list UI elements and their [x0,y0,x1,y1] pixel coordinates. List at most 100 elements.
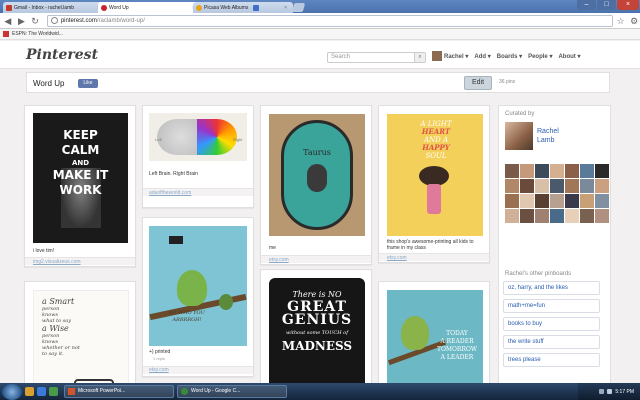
pin-image[interactable]: BE WHO YOU ARRRRGH! [149,226,247,346]
follower-avatar[interactable] [580,164,594,178]
pin-image[interactable]: KEEP CALM AND MAKE IT WORK [33,113,128,243]
close-icon[interactable]: × [284,5,287,11]
follower-avatar[interactable] [520,164,534,178]
clock[interactable]: 5:17 PM [615,389,634,395]
globe-icon [50,17,58,24]
pin-image[interactable]: A LIGHT HEART AND A HAPPY SOUL [387,114,483,236]
forward-arrow-icon[interactable]: ▶ [16,15,28,27]
follower-avatar[interactable] [595,179,609,193]
taskbar-item-powerpoint[interactable]: Microsoft PowerPoi... [64,385,174,398]
pin-card[interactable]: KEEP CALM AND MAKE IT WORK i love tim! i… [24,105,136,267]
pinterest-logo[interactable]: Pinterest [26,47,98,63]
pin-card[interactable]: BE WHO YOU ARRRRGH! +) printed 1 repin e… [142,217,254,377]
nav-people[interactable]: People ▾ [528,53,552,60]
bookmark-star-icon[interactable]: ☆ [615,15,627,27]
board-sidebar: Curated by Rachel Lamb Rachel's other pi… [498,105,611,400]
pinboard-link[interactable]: books to buy [503,317,600,331]
explorer-icon[interactable] [25,387,34,396]
pin-source-link[interactable]: etsy.com [387,255,407,261]
volume-icon[interactable] [607,389,613,394]
pin-caption: +) printed [149,349,171,355]
pin-image[interactable]: There is NO GREAT GENIUS without some TO… [269,278,365,400]
follower-avatar[interactable] [580,194,594,208]
follower-avatar[interactable] [535,164,549,178]
follower-avatar[interactable] [580,179,594,193]
espn-icon [3,31,9,37]
follower-avatar[interactable] [565,164,579,178]
nav-add[interactable]: Add ▾ [474,53,490,60]
follower-avatar[interactable] [535,179,549,193]
follower-avatar[interactable] [565,179,579,193]
pin-card[interactable]: There is NO GREAT GENIUS without some TO… [260,269,372,400]
follower-avatar[interactable] [595,194,609,208]
follower-avatar[interactable] [550,194,564,208]
pinboard-link[interactable]: math+me=fun [503,299,600,313]
bookmark-espn[interactable]: ESPN: The Worldwid... [12,31,63,37]
search-input[interactable]: Search ⌕ [327,52,426,63]
follower-avatar[interactable] [535,194,549,208]
new-tab-button[interactable] [291,3,306,12]
pin-image[interactable]: Left Right [149,113,247,161]
follower-avatar[interactable] [565,209,579,223]
pin-source-link[interactable]: etsy.com [269,257,289,263]
follower-avatar[interactable] [535,209,549,223]
follower-avatar[interactable] [505,194,519,208]
pinboard-link[interactable]: oz, harry, and the likes [503,281,600,295]
art-line: TODAY [446,330,468,337]
wrench-icon[interactable]: ⚙ [628,15,640,27]
follower-avatar[interactable] [595,164,609,178]
follower-avatar[interactable] [505,179,519,193]
art-line: MADNESS [281,339,353,353]
search-placeholder: Search [331,54,351,60]
reload-icon[interactable]: ↻ [29,15,41,27]
follower-avatar[interactable] [550,209,564,223]
pin-image[interactable]: Taurus [269,114,365,236]
facebook-like-button[interactable]: Like [78,79,98,88]
curator-avatar[interactable] [505,122,533,150]
minimize-button[interactable]: – [577,0,596,10]
pin-source-link[interactable]: adaoftheworld.com [149,190,191,196]
pin-card[interactable]: Taurus me etsy.com [260,105,372,265]
nav-boards[interactable]: Boards ▾ [497,53,522,60]
maximize-button[interactable]: □ [597,0,616,10]
nav-rachel[interactable]: Rachel ▾ [444,53,468,60]
edit-button[interactable]: Edit [464,76,492,90]
follower-avatar[interactable] [505,209,519,223]
window-close-button[interactable]: × [617,0,639,10]
nav-about[interactable]: About ▾ [558,53,580,60]
pin-source-link[interactable]: etsy.com [149,367,169,373]
back-arrow-icon[interactable]: ◀ [2,15,14,27]
tab-word-up[interactable]: Word Up × [98,2,198,13]
tab-gmail[interactable]: Gmail - Inbox - rachel.lamb × [3,2,103,13]
search-icon[interactable]: ⌕ [414,53,425,62]
follower-avatar[interactable] [520,194,534,208]
follower-avatar[interactable] [565,194,579,208]
browser-icon[interactable] [37,387,46,396]
curator-name-link[interactable]: Rachel Lamb [537,127,577,145]
follower-avatar[interactable] [550,179,564,193]
art-line: AND [71,159,90,167]
pinterest-icon [101,4,107,11]
tab-untitled[interactable]: × [250,2,290,13]
pinboard-link[interactable]: the write stuff [503,335,600,349]
pin-card[interactable]: Left Right Left Brain. Right Brain adaof… [142,105,254,208]
follower-avatar[interactable] [580,209,594,223]
media-icon[interactable] [49,387,58,396]
taskbar-item-chrome[interactable]: Word Up - Google C... [177,385,287,398]
start-button[interactable] [2,383,22,400]
follower-avatar[interactable] [550,164,564,178]
pin-source-link[interactable]: img2.visualizeus.com [33,259,81,265]
network-icon[interactable] [599,389,605,394]
follower-avatar[interactable] [520,179,534,193]
pinboard-link[interactable]: trees please [503,353,600,367]
address-bar[interactable]: pinterest.com/raclamb/word-up/ [46,14,613,27]
art-line: TOMORROW [436,346,478,353]
pin-caption: me [269,245,276,251]
avatar[interactable] [432,51,442,61]
follower-avatar[interactable] [520,209,534,223]
follower-avatar[interactable] [595,209,609,223]
pin-card[interactable]: A LIGHT HEART AND A HAPPY SOUL this shop… [378,105,490,263]
url-path: /raclamb/word-up/ [96,17,145,24]
follower-avatar[interactable] [505,164,519,178]
tab-label: Gmail - Inbox - rachel.lamb [14,4,75,11]
